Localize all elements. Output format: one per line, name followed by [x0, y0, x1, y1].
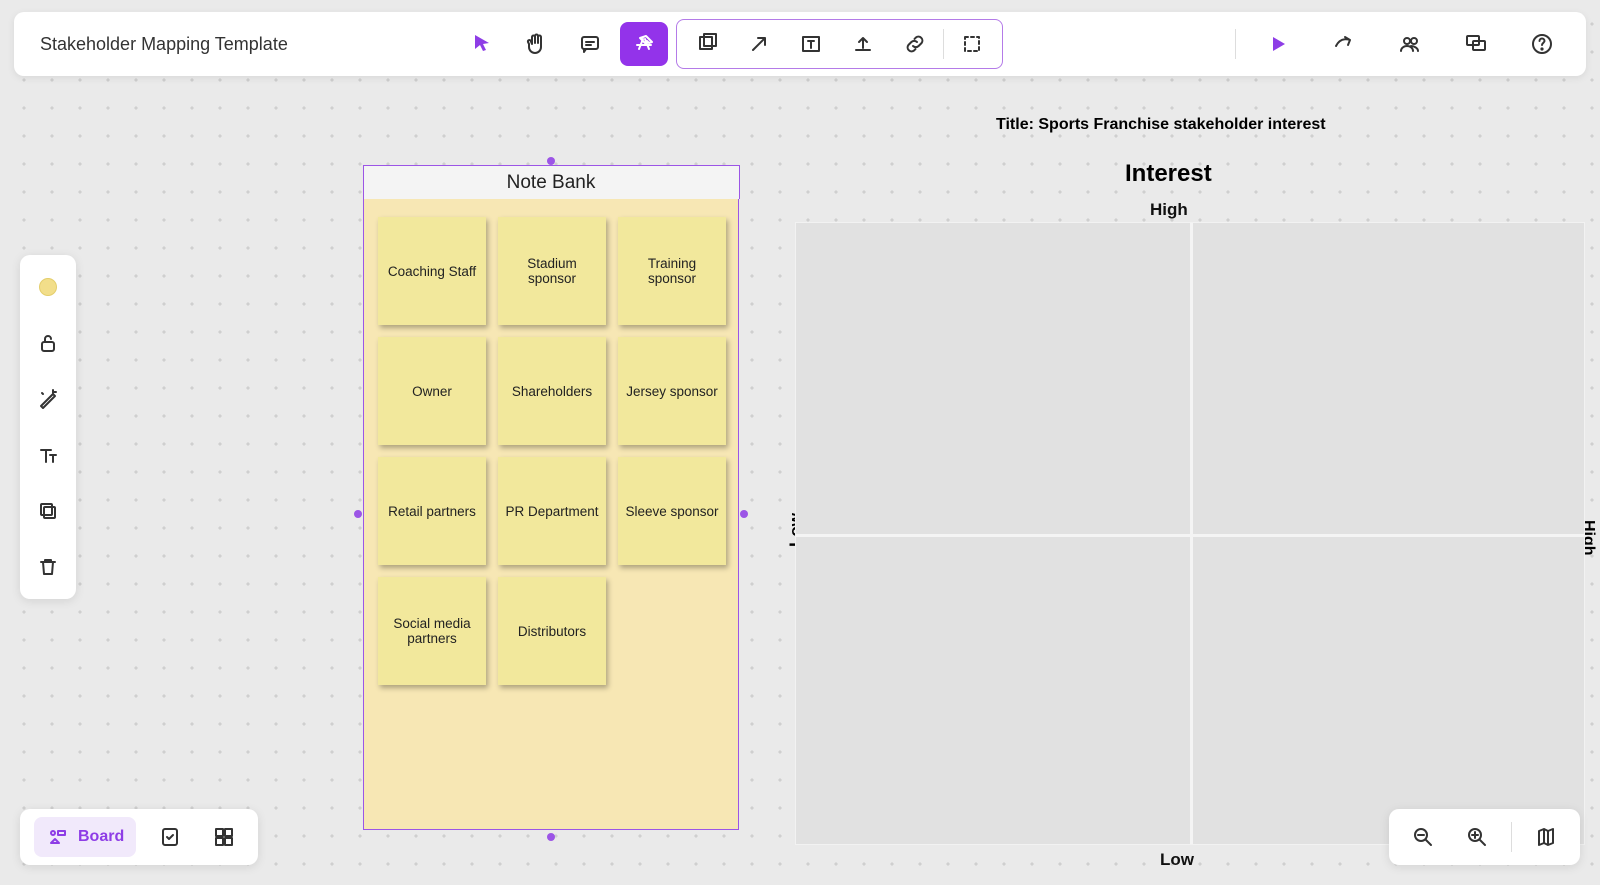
minimap-button[interactable]: [1526, 817, 1566, 857]
axis-heading: Interest: [1125, 160, 1212, 188]
sticky-note[interactable]: Distributors: [498, 577, 606, 685]
delete-button[interactable]: [28, 547, 68, 587]
resize-handle-bottom[interactable]: [547, 833, 555, 841]
color-swatch-icon: [39, 278, 57, 296]
chat-button[interactable]: [1452, 22, 1500, 66]
toolbar-divider: [943, 29, 944, 59]
top-toolbar: Stakeholder Mapping Template: [14, 12, 1586, 76]
bottom-right-bar: [1389, 809, 1580, 865]
sticky-tool[interactable]: [683, 22, 731, 66]
resize-handle-right[interactable]: [740, 510, 748, 518]
select-region-tool[interactable]: [948, 22, 996, 66]
select-tool[interactable]: [458, 22, 506, 66]
tools-menu[interactable]: [620, 22, 668, 66]
zoom-in-button[interactable]: [1457, 817, 1497, 857]
notebank-header[interactable]: Note Bank: [363, 165, 740, 199]
sticky-note[interactable]: Retail partners: [378, 457, 486, 565]
upload-tool[interactable]: [839, 22, 887, 66]
sticky-note[interactable]: PR Department: [498, 457, 606, 565]
sticky-note[interactable]: Training sponsor: [618, 217, 726, 325]
interest-matrix[interactable]: [795, 222, 1585, 845]
toolbar-right: [1235, 22, 1566, 66]
style-panel: [20, 255, 76, 599]
resize-handle-top[interactable]: [547, 157, 555, 165]
text-frame-tool[interactable]: [787, 22, 835, 66]
axis-low-bottom: Low: [1160, 850, 1194, 870]
pan-tool[interactable]: [512, 22, 560, 66]
axis-high-top: High: [1150, 200, 1188, 220]
notebank-frame[interactable]: Note Bank Coaching StaffStadium sponsorT…: [363, 198, 739, 830]
toolbar-divider: [1511, 822, 1512, 852]
text-style-button[interactable]: [28, 435, 68, 475]
sticky-note[interactable]: Coaching Staff: [378, 217, 486, 325]
board-view-chip[interactable]: Board: [34, 817, 136, 857]
sticky-note[interactable]: Sleeve sponsor: [618, 457, 726, 565]
board-chip-label: Board: [78, 828, 124, 846]
bottom-left-bar: Board: [20, 809, 258, 865]
present-button[interactable]: [1254, 22, 1302, 66]
arrow-tool[interactable]: [735, 22, 783, 66]
color-picker[interactable]: [28, 267, 68, 307]
tasks-button[interactable]: [150, 817, 190, 857]
sticky-note[interactable]: Jersey sponsor: [618, 337, 726, 445]
sticky-note[interactable]: Stadium sponsor: [498, 217, 606, 325]
magic-button[interactable]: [28, 379, 68, 419]
comment-tool[interactable]: [566, 22, 614, 66]
toolbar-divider: [1235, 29, 1236, 59]
shape-subtoolbar: [676, 19, 1003, 69]
help-button[interactable]: [1518, 22, 1566, 66]
note-grid: Coaching StaffStadium sponsorTraining sp…: [378, 217, 724, 685]
link-tool[interactable]: [891, 22, 939, 66]
notebank-body[interactable]: Coaching StaffStadium sponsorTraining sp…: [364, 199, 738, 829]
sticky-note[interactable]: Owner: [378, 337, 486, 445]
share-button[interactable]: [1320, 22, 1368, 66]
lock-button[interactable]: [28, 323, 68, 363]
collaborators-button[interactable]: [1386, 22, 1434, 66]
sticky-note[interactable]: Social media partners: [378, 577, 486, 685]
grid-view-button[interactable]: [204, 817, 244, 857]
sticky-note[interactable]: Shareholders: [498, 337, 606, 445]
resize-handle-left[interactable]: [354, 510, 362, 518]
copy-button[interactable]: [28, 491, 68, 531]
toolbar-center: [458, 19, 1003, 69]
chart-title[interactable]: Title: Sports Franchise stakeholder inte…: [996, 116, 1326, 134]
zoom-out-button[interactable]: [1403, 817, 1443, 857]
board-title[interactable]: Stakeholder Mapping Template: [40, 34, 288, 55]
